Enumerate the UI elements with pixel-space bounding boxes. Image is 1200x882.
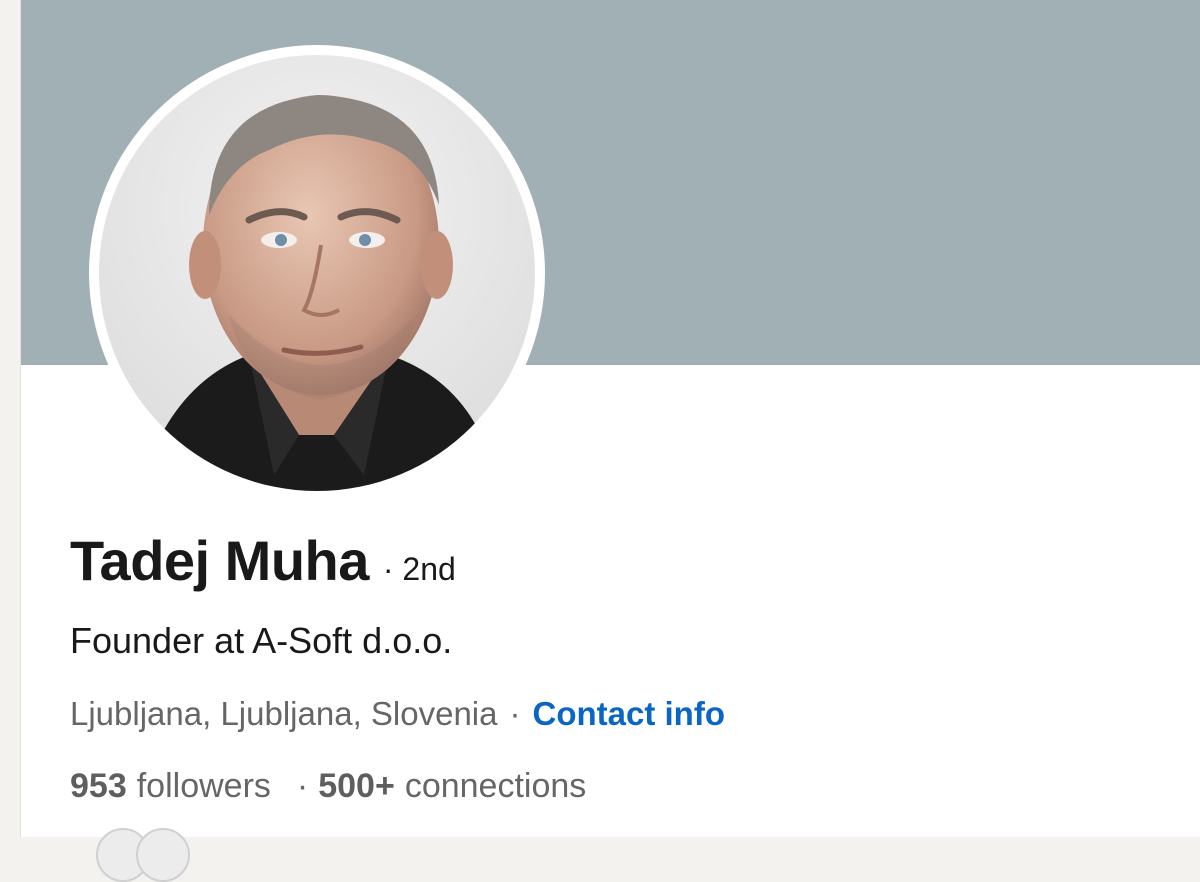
connection-degree: · 2nd (382, 551, 456, 587)
profile-location: Ljubljana, Ljubljana, Slovenia (70, 695, 498, 732)
mutual-connections-avatars[interactable] (96, 828, 206, 882)
followers-label: followers (136, 767, 271, 805)
stats-separator: · (296, 767, 309, 805)
connections-link[interactable]: 500+ connections (318, 767, 586, 806)
profile-headline: Founder at A-Soft d.o.o. (70, 620, 453, 661)
followers-count: 953 (70, 767, 127, 805)
profile-name-row: Tadej Muha · 2nd (70, 528, 456, 593)
connections-label: connections (404, 767, 587, 805)
connections-count: 500+ (318, 767, 395, 805)
network-stats: 953 followers · 500+ connections (70, 767, 586, 806)
profile-name: Tadej Muha (70, 529, 369, 592)
mutual-avatar (136, 828, 190, 882)
profile-photo-image (99, 55, 535, 491)
profile-photo[interactable] (89, 45, 545, 501)
contact-info-link[interactable]: Contact info (533, 695, 725, 733)
location-separator: · (509, 695, 521, 732)
location-row: Ljubljana, Ljubljana, Slovenia · Contact… (70, 695, 725, 733)
followers-link[interactable]: 953 followers (70, 767, 271, 806)
